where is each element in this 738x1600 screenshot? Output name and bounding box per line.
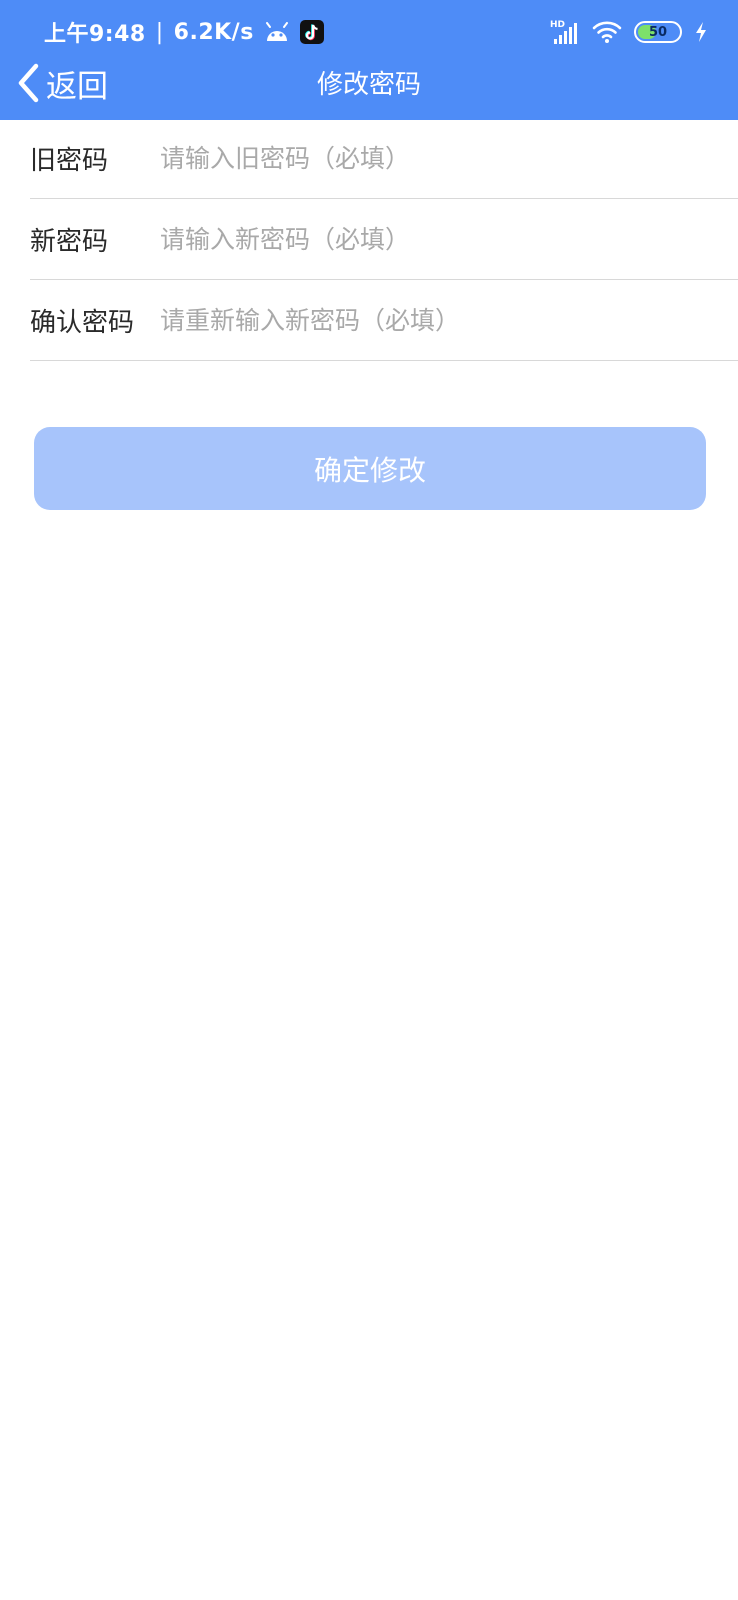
- status-separator: |: [155, 19, 164, 45]
- confirm-password-label: 确认密码: [30, 307, 135, 338]
- new-password-input[interactable]: [160, 209, 738, 269]
- new-password-label: 新密码: [30, 226, 109, 257]
- hd-signal-label: HD: [550, 20, 565, 30]
- confirm-password-row: 确认密码: [30, 280, 738, 361]
- tiktok-icon: [299, 20, 324, 44]
- password-form: 旧密码 新密码 确认密码: [0, 118, 738, 361]
- charging-bolt-icon: [694, 21, 708, 43]
- battery-icon: 50: [634, 21, 682, 43]
- old-password-label: 旧密码: [30, 145, 109, 176]
- battery-level: 50: [648, 24, 668, 40]
- status-right: HD 50: [550, 16, 708, 48]
- nav-bar: 返回 修改密码: [0, 54, 738, 114]
- old-password-input[interactable]: [160, 128, 738, 188]
- app-header: 上午9:48 | 6.2K/s HD 50 返回 修改密码: [0, 0, 738, 120]
- page-title: 修改密码: [316, 70, 421, 100]
- status-left: 上午9:48 | 6.2K/s: [44, 14, 324, 50]
- android-icon: [264, 22, 290, 42]
- status-bar: 上午9:48 | 6.2K/s HD 50: [0, 0, 738, 62]
- confirm-password-input[interactable]: [160, 290, 738, 350]
- hd-signal-icon: HD: [550, 19, 580, 45]
- wifi-icon: [592, 20, 622, 44]
- status-time: 上午9:48: [44, 22, 146, 47]
- status-net-speed: 6.2K/s: [173, 19, 254, 45]
- old-password-row: 旧密码: [30, 118, 738, 199]
- confirm-change-button[interactable]: 确定修改: [34, 427, 706, 510]
- new-password-row: 新密码: [30, 199, 738, 280]
